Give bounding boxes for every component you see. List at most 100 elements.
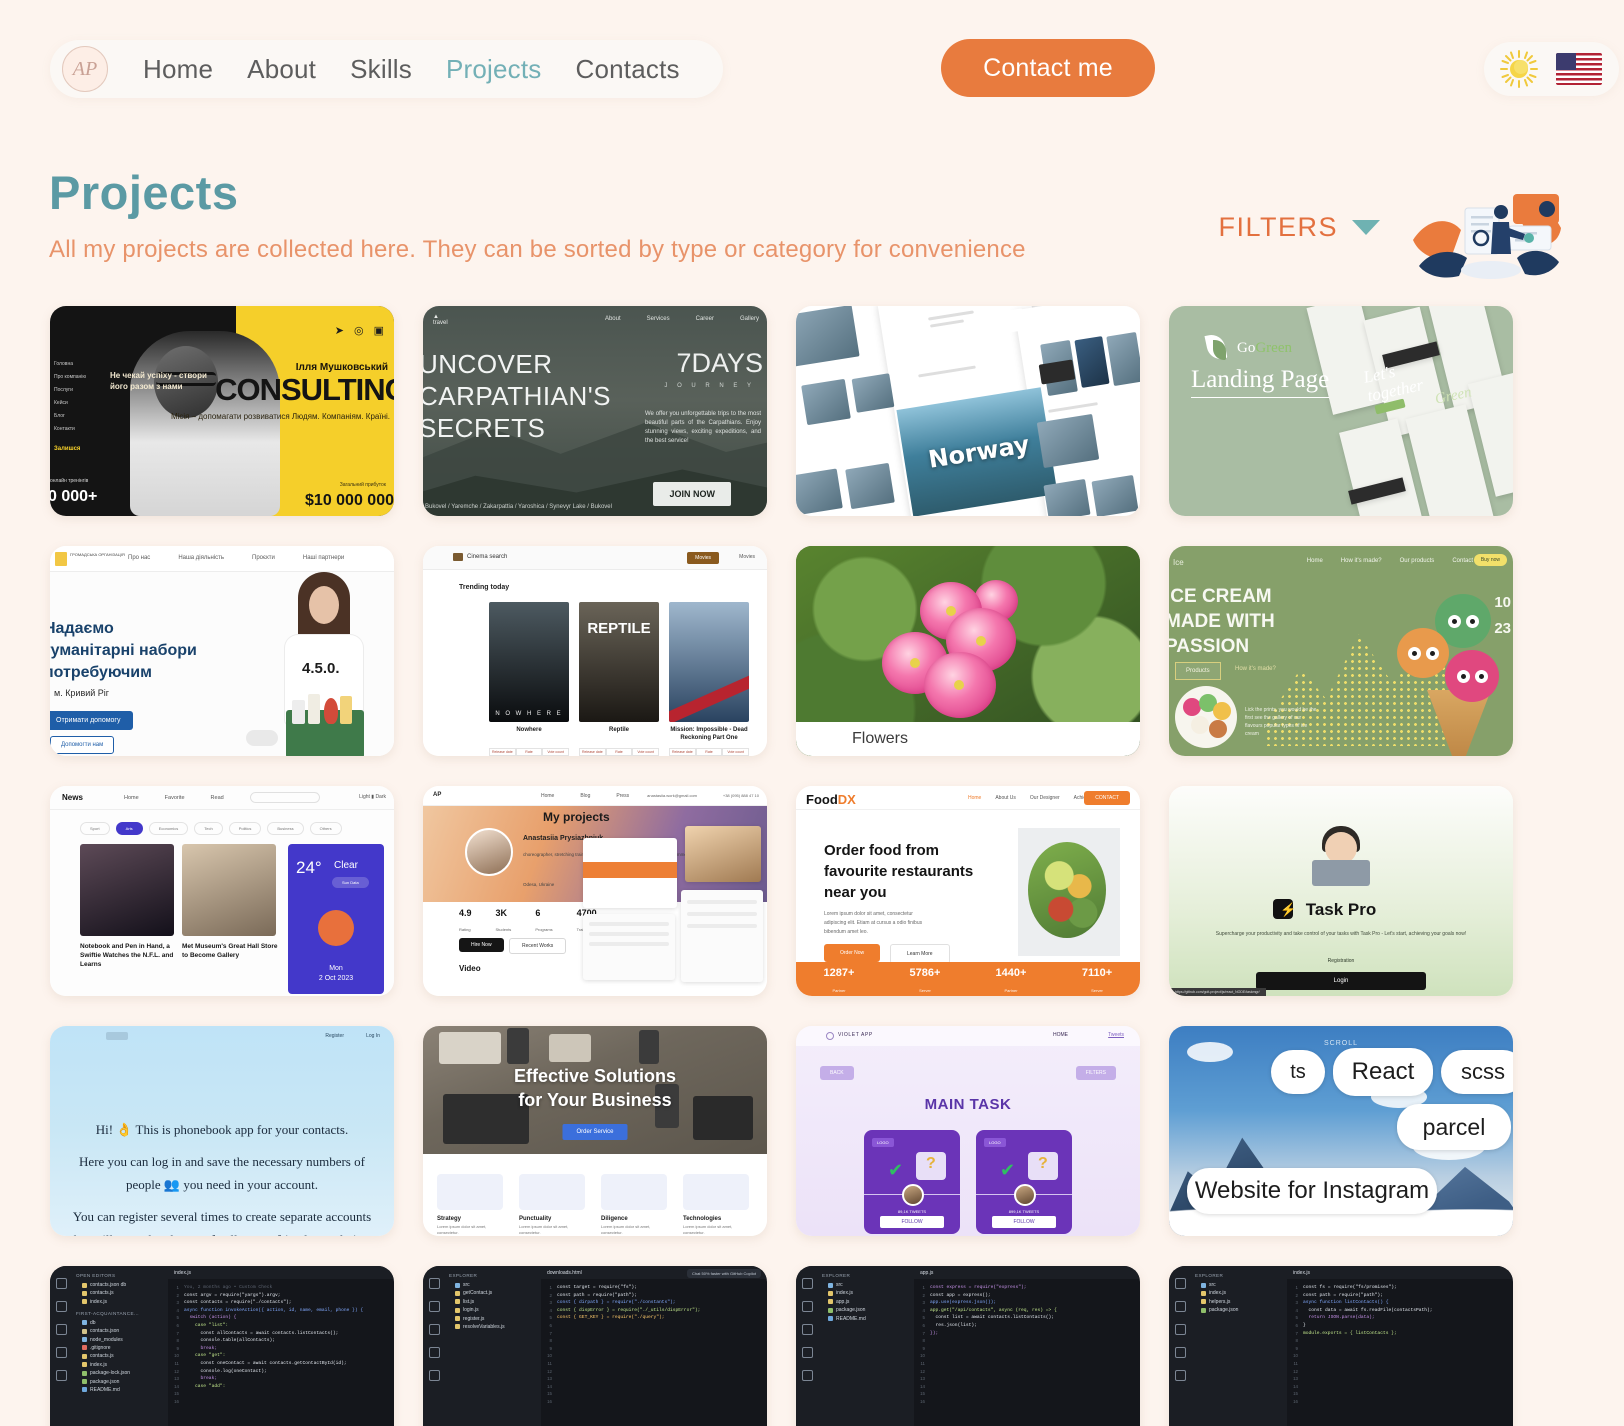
project-card-carpathians[interactable]: ▲ travel About Services Career Gallery UN…	[423, 306, 767, 516]
fooddx-paragraph: Lorem ipsum dolor sit amet, consectetur …	[824, 911, 923, 935]
us-flag-icon[interactable]	[1556, 53, 1602, 85]
fooddx-stat-0-value: 1287+	[823, 967, 855, 979]
code-contacts-line-10: case "get":	[184, 1353, 226, 1359]
icecream-nav-1: How it's made?	[1340, 558, 1382, 564]
contact-me-button[interactable]: Contact me	[941, 39, 1155, 97]
project-card-norway[interactable]: Norway	[796, 306, 1140, 516]
effective-feature-2: Diligence Lorem ipsum dolor sit amet, con…	[601, 1174, 667, 1236]
fooddx-stat-3-value: 7110+	[1081, 967, 1113, 979]
code-downloads-line-1: const path = require("path");	[557, 1292, 637, 1298]
project-card-fooddx[interactable]: FoodDX Home About Us Our Designer Achiev…	[796, 786, 1140, 996]
icecream-nav-2: Our products	[1399, 558, 1435, 564]
nav-link-about[interactable]: About	[230, 54, 333, 85]
code-contacts-line-12: console.log(oneContact);	[184, 1368, 267, 1374]
page-title: Projects	[49, 166, 239, 219]
news-chip-2: Economics	[148, 822, 189, 835]
anastasiia-preview-2	[685, 826, 761, 882]
news-weather-day: Mon	[329, 965, 343, 972]
violet-card-1-tag: LOGO	[984, 1138, 1006, 1147]
project-card-effective-solutions[interactable]: Effective Solutions for Your Business Or…	[423, 1026, 767, 1236]
sun-icon[interactable]	[1498, 48, 1540, 90]
effective-headline-1: Effective Solutions	[513, 1066, 677, 1086]
code-contacts-annotation: You, 2 months ago • Custom Check	[184, 1285, 273, 1290]
news-weather-temp: 24°	[296, 858, 322, 877]
fooddx-headline: Order food from favourite restaurants near…	[824, 842, 974, 901]
news-mode-light: Light	[359, 794, 370, 800]
violet-card-0-stat: 89,1K TWEETS	[897, 1209, 927, 1214]
project-card-icecream[interactable]: Ice Home How it's made? Our products Con…	[1169, 546, 1513, 756]
project-card-taskpro[interactable]: ⚡ Task Pro Supercharge your productivity…	[1169, 786, 1513, 996]
anastasiia-nav: Home Blog Press	[541, 793, 630, 799]
project-card-cinema[interactable]: Cinema search Movies Movies Trending tod…	[423, 546, 767, 756]
effective-feature-0-title: Strategy	[437, 1216, 462, 1222]
code-contacts-tree-2: node_modules	[82, 1337, 164, 1343]
anastasiia-preview-1	[583, 838, 677, 908]
cinema-meta-2: Release date Rate Vote count	[579, 748, 660, 756]
effective-feature-2-title: Diligence	[601, 1216, 628, 1222]
code-contacts-line-6: const allContacts = await contacts.listC…	[184, 1330, 339, 1336]
consulting-left-stat-value: 0 000+	[50, 488, 98, 505]
project-card-phonebook[interactable]: Register Log In Hi! 👌 This is phonebook …	[50, 1026, 394, 1236]
code-downloads-copilot-badge: Chat 50% faster with GitHub Copilot	[686, 1269, 761, 1278]
news-article-title-2: Met Museum's Great Hall Store to Become …	[182, 943, 278, 959]
cinema-meta-3: Release date Rate Vote count	[669, 748, 750, 756]
effective-feature-1: Punctuality Lorem ipsum dolor sit amet, c…	[519, 1174, 585, 1236]
code-contacts-tab: index.js	[174, 1269, 191, 1276]
code-contacts-line-13: break;	[184, 1376, 218, 1382]
consulting-stat-value: $10 000 000	[305, 492, 394, 509]
icecream-buy-button: Buy now	[1473, 554, 1507, 566]
project-card-code-contacts[interactable]: OPEN EDITORS contacts.json db contacts.j…	[50, 1266, 394, 1426]
violet-card-0: LOGO ✔? 89,1K TWEETS100K FOLLOWERS FOLLO…	[864, 1130, 960, 1234]
effective-headline: Effective Solutions for Your Business	[423, 1064, 767, 1112]
taskpro-register-label: Registration	[1327, 958, 1355, 964]
nav-link-projects[interactable]: Projects	[429, 54, 559, 85]
taskpro-avatar	[1312, 826, 1370, 888]
anastasiia-stat-0-label: Rating	[459, 927, 471, 932]
cinema-meta-1: Release date Rate Vote count	[489, 748, 570, 756]
code-contacts-line-5: case "list":	[184, 1322, 229, 1328]
cinema-header-rate-2: Rate	[605, 748, 633, 756]
taskpro-title: Task Pro	[1305, 900, 1377, 919]
icecream-nav-0: Home	[1306, 558, 1323, 564]
humanitarian-nav-1: Наша діяльність	[178, 555, 225, 561]
fooddx-secondary-button: Learn More	[890, 944, 950, 964]
nav-link-home[interactable]: Home	[126, 54, 230, 85]
filters-dropdown[interactable]: FILTERS	[1218, 212, 1380, 243]
fooddx-stat-1-value: 5786+	[909, 967, 941, 979]
news-chip-5: Business	[267, 822, 304, 835]
project-card-gogreen[interactable]: GoGreen Landing Page Let's together Green	[1169, 306, 1513, 516]
brand-logo-icon[interactable]: AP	[62, 46, 108, 92]
fooddx-logo-dx: DX	[837, 792, 856, 807]
nav-link-contacts[interactable]: Contacts	[559, 54, 697, 85]
instagram-tech-ts: ts	[1271, 1050, 1325, 1094]
humanitarian-nav: Про нас Наша діяльність Проєкти Наші пар…	[128, 555, 344, 561]
project-card-consulting[interactable]: Головна Про компанію Послуги Кейси Блог Конта…	[50, 306, 394, 516]
project-card-instagram-website[interactable]: SCROLL ts React scss parcel Website for …	[1169, 1026, 1513, 1236]
code-downloads-tree-2: list.js	[455, 1299, 537, 1305]
project-card-code-downloads[interactable]: EXPLORER src getContact.js list.js login…	[423, 1266, 767, 1426]
cinema-title-1: Nowhere	[516, 727, 542, 733]
project-card-flowers[interactable]: Flowers	[796, 546, 1140, 756]
carpathians-logo: ▲ travel	[433, 314, 448, 326]
project-card-code-dark[interactable]: EXPLORER src index.js helpers.js package…	[1169, 1266, 1513, 1426]
cinema-section-title: Trending today	[459, 584, 510, 591]
code-contacts-tree-0: db	[82, 1320, 164, 1326]
project-card-news[interactable]: News Home Favorite Read Light ▮ Dark Spo…	[50, 786, 394, 996]
project-card-humanitarian[interactable]: ГРОМАДСЬКА ОРГАНІЗАЦІЯ Про нас Наша діял…	[50, 546, 394, 756]
news-nav-1: Favorite	[164, 795, 185, 801]
code-downloads-tree-0: src	[455, 1282, 537, 1288]
consulting-left-stat-label: онлайн тренінгів	[50, 478, 89, 484]
code-contacts-line-0: const argv = require("yargs").argv;	[184, 1292, 281, 1298]
cinema-tab-other: Movies	[739, 554, 755, 560]
project-card-code-node[interactable]: EXPLORER src index.js app.js package.jso…	[796, 1266, 1140, 1426]
fooddx-contact-button: CONTACT	[1084, 791, 1130, 805]
nav-link-skills[interactable]: Skills	[333, 54, 429, 85]
code-downloads-tree-1: getContact.js	[455, 1290, 537, 1296]
code-contacts-line-7: console.table(allContacts);	[184, 1338, 275, 1344]
project-card-violet-app[interactable]: VIOLET APP HOME Tweets BACK FILTERS MAIN…	[796, 1026, 1140, 1236]
cinema-header-release-2: Release date	[579, 748, 606, 756]
humanitarian-nav-0: Про нас	[128, 555, 151, 561]
gogreen-brand: GoGreen	[1237, 340, 1292, 357]
project-card-anastasiia[interactable]: AP Home Blog Press anastasiia.work@gmail.c…	[423, 786, 767, 996]
humanitarian-headline: Надаємо гуманітарні набори потребуючим	[50, 620, 197, 681]
